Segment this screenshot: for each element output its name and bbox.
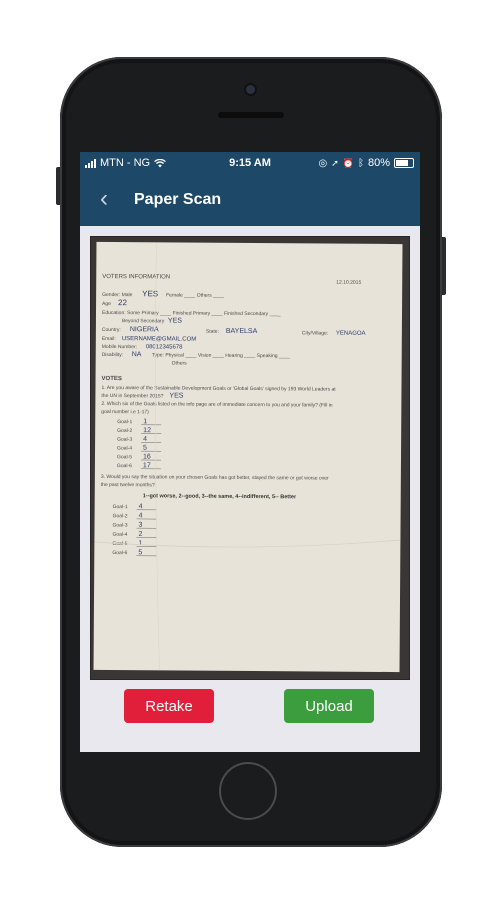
- alarm-icon: ⏰: [342, 157, 354, 168]
- goal-a-label: Goal-1: [117, 419, 132, 425]
- goal-b-label: Goal-1: [113, 504, 128, 510]
- gender-rest: Female ____ Others ____: [166, 292, 224, 298]
- country-label: Country:: [102, 327, 121, 333]
- goal-b-label: Goal-3: [112, 522, 127, 528]
- goal-b-value: 4: [139, 512, 143, 519]
- goal-a-label: Goal-5: [117, 454, 132, 460]
- chevron-left-icon[interactable]: ‹: [100, 185, 108, 213]
- age-label: Age: [102, 301, 111, 307]
- goal-b-value: 5: [138, 549, 142, 556]
- upload-button[interactable]: Upload: [284, 689, 374, 723]
- bluetooth-icon: ᛒ: [357, 157, 364, 169]
- goal-a-value: 16: [143, 453, 151, 460]
- goal-a-label: Goal-4: [117, 445, 132, 451]
- age-value: 22: [118, 298, 128, 307]
- goal-b-label: Goal-4: [112, 532, 127, 538]
- country-value: NIGERIA: [130, 326, 159, 333]
- battery-icon: [394, 158, 414, 168]
- disability-value: NA: [132, 351, 142, 358]
- goal-a-value: 4: [143, 436, 147, 443]
- phone-frame: MTN - NG 9:15 AM ◎ ➚ ⏰ ᛒ 80% ‹ Paper Sca…: [56, 57, 446, 847]
- education-line: Education: Some Primary ____ Finished Pr…: [102, 310, 281, 317]
- goal-a-label: Goal-3: [117, 437, 132, 443]
- goal-b-label: Goal-6: [112, 550, 127, 556]
- city-value: YENAGOA: [336, 331, 366, 337]
- goal-b-value: 1: [138, 540, 142, 547]
- scanned-paper: VOTERS INFORMATION 12.10.2015 Gender: Ma…: [93, 241, 403, 673]
- form-heading: VOTERS INFORMATION: [102, 274, 170, 280]
- others-label: Others: [172, 360, 188, 366]
- question-1-answer: YES: [169, 392, 183, 399]
- question-1: 1. Are you aware of the Sustainable Deve…: [101, 385, 336, 393]
- question-3: 3. Would you say the situation on your c…: [101, 474, 329, 482]
- question-2b: goal number i.e 1-17): [101, 409, 149, 415]
- goal-a-label: Goal-2: [117, 428, 132, 434]
- goal-b-value: 2: [138, 531, 142, 538]
- goal-b-value: 4: [139, 503, 143, 510]
- paper-content: VOTERS INFORMATION 12.10.2015 Gender: Ma…: [94, 242, 401, 671]
- email-label: Email:: [102, 336, 116, 342]
- battery-percent: 80%: [367, 157, 390, 169]
- disability-label: Disability:: [102, 352, 123, 358]
- city-label: City/Village:: [302, 330, 328, 336]
- goal-b-value: 3: [138, 522, 142, 529]
- goal-a-value: 1: [143, 418, 147, 425]
- goal-a-value: 17: [143, 462, 151, 469]
- earpiece-speaker: [218, 112, 284, 118]
- state-value: BAYELSA: [226, 328, 258, 335]
- email-value: USERNAME@GMAIL.COM: [122, 336, 196, 343]
- screen: MTN - NG 9:15 AM ◎ ➚ ⏰ ᛒ 80% ‹ Paper Sca…: [80, 152, 420, 752]
- goal-a-value: 12: [143, 427, 151, 434]
- home-button[interactable]: [219, 762, 277, 820]
- nav-bar: ‹ Paper Scan: [80, 176, 420, 226]
- page-title: Paper Scan: [134, 191, 222, 208]
- rating-scale: 1--got worse, 2--good, 3--the same, 4--i…: [143, 493, 297, 500]
- state-label: State:: [206, 329, 219, 335]
- goal-b-label: Goal-2: [113, 513, 128, 519]
- mobile-value: 08012345678: [146, 344, 183, 350]
- votes-heading: VOTES: [102, 376, 122, 382]
- goals-list-b: Goal-1 4Goal-2 4Goal-3 3Goal-4 2Goal-5 1Goal-…: [112, 503, 157, 556]
- question-3b: the past twelve months?: [101, 482, 155, 488]
- question-1b: the UN in September 2015?: [101, 393, 163, 399]
- goals-list-a: Goal-1 1 Goal-2 12 Goal-3 4 Goal-4 5 Goal-5 16 Goa…: [117, 418, 162, 469]
- beyond-secondary-value: YES: [168, 317, 182, 324]
- beyond-secondary-label: Beyond Secondary: [122, 318, 165, 324]
- question-2: 2. Which six of the Goals listed on the …: [101, 401, 332, 409]
- status-bar: MTN - NG 9:15 AM ◎ ➚ ⏰ ᛒ 80%: [80, 152, 420, 176]
- form-date: 12.10.2015: [336, 280, 361, 286]
- lock-rotation-icon: ◎: [318, 157, 328, 169]
- goal-a-label: Goal-6: [117, 463, 132, 469]
- disability-rest: Type: Physical ____ Vision ____ Hearing …: [152, 352, 291, 359]
- front-camera: [246, 85, 255, 94]
- location-icon: ➚: [331, 157, 339, 168]
- mobile-label: Mobile Number:: [102, 344, 137, 350]
- status-right: ◎ ➚ ⏰ ᛒ 80%: [318, 157, 414, 169]
- goal-a-value: 5: [143, 445, 147, 452]
- retake-button[interactable]: Retake: [124, 689, 214, 723]
- scanned-photo: VOTERS INFORMATION 12.10.2015 Gender: Ma…: [90, 236, 410, 680]
